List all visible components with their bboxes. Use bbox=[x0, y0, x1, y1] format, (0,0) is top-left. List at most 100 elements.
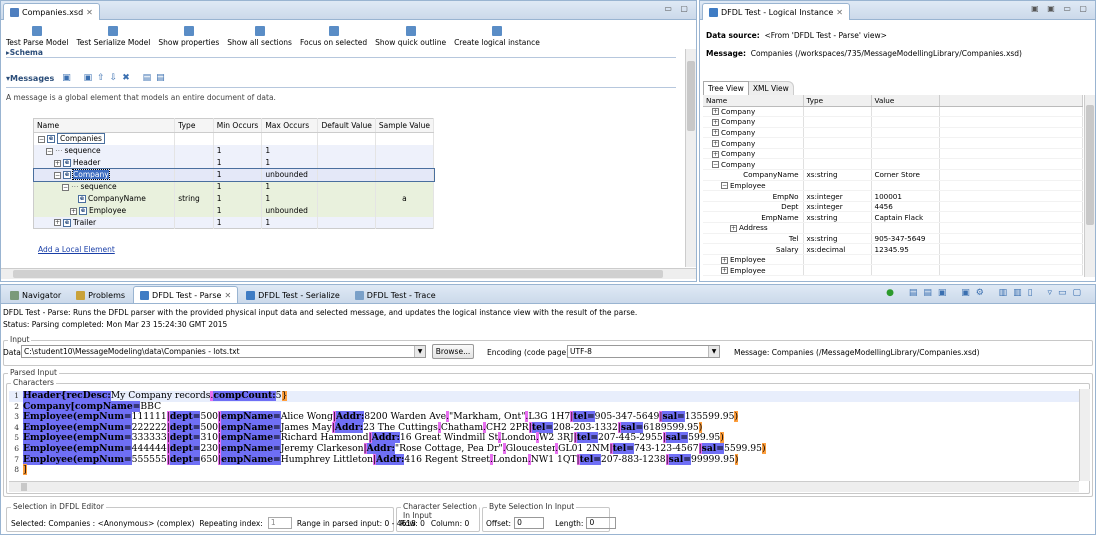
tree-row[interactable]: + Employee bbox=[703, 254, 1083, 266]
collapse-icon[interactable]: − bbox=[38, 135, 45, 143]
tree-row[interactable]: + Company bbox=[703, 127, 1083, 139]
toolbar-button-5[interactable]: Show quick outline bbox=[372, 20, 449, 47]
expand-icon[interactable]: + bbox=[712, 140, 719, 148]
tree-row[interactable]: EmpNo xs:integer 100001 bbox=[703, 190, 1083, 202]
minimize-maximize-icons[interactable]: ▭ ▢ bbox=[664, 4, 691, 13]
col-name[interactable]: Name bbox=[703, 95, 804, 107]
tree-node-name: Address bbox=[739, 223, 768, 233]
col-header[interactable]: Type bbox=[174, 118, 214, 133]
tree-row[interactable]: Salary xs:decimal 12345.95 bbox=[703, 243, 1083, 255]
tab-companies-xsd[interactable]: Companies.xsd ✕ bbox=[3, 3, 100, 20]
toolbar-button-4[interactable]: Focus on selected bbox=[297, 20, 370, 47]
tab-tree-view[interactable]: Tree View bbox=[703, 81, 749, 95]
message-table-row[interactable]: + e Trailer 1 1 bbox=[33, 216, 435, 229]
bottom-tab-3[interactable]: DFDL Test - Serialize bbox=[239, 286, 347, 303]
tree-row[interactable]: + Employee bbox=[703, 264, 1083, 276]
add-local-element-link[interactable]: Add a Local Element bbox=[38, 245, 115, 254]
offset-field[interactable]: 0 bbox=[514, 517, 545, 529]
collapse-icon[interactable]: − bbox=[721, 182, 728, 190]
toolbar-button-6[interactable]: Create logical instance bbox=[451, 20, 543, 47]
toolbar-button-1[interactable]: Test Serialize Model bbox=[73, 20, 153, 47]
col-header[interactable]: Max Occurs bbox=[261, 118, 319, 133]
encoding-select[interactable]: UTF-8 ▼ bbox=[567, 345, 720, 358]
tree-row[interactable]: + Company bbox=[703, 137, 1083, 149]
col-value[interactable]: Value bbox=[871, 95, 940, 107]
input-line: 7 Employee(empNum=555555|dept=650|empName… bbox=[9, 453, 1079, 466]
expand-icon[interactable]: + bbox=[712, 129, 719, 137]
markup-token: sal= bbox=[620, 421, 644, 433]
tree-row[interactable]: Dept xs:integer 4456 bbox=[703, 201, 1083, 213]
bottom-tab-1[interactable]: Problems bbox=[69, 286, 132, 303]
bottom-toolbar-icons[interactable]: ● ▤▤▣ ▣⚙ ▥▥▯ ▿▭▢ bbox=[886, 288, 1087, 298]
close-icon[interactable]: ✕ bbox=[836, 8, 843, 17]
characters-vscrollbar[interactable] bbox=[1079, 389, 1090, 481]
message-table-row[interactable]: − e Company 1 unbounded bbox=[32, 167, 435, 182]
toolbar-button-0[interactable]: Test Parse Model bbox=[3, 20, 71, 47]
col-header[interactable]: Default Value bbox=[317, 118, 376, 133]
data-path-select[interactable]: C:\student10\MessageModeling\data\Compan… bbox=[21, 345, 426, 358]
expand-icon[interactable]: + bbox=[54, 219, 61, 227]
tree-row[interactable]: + Company bbox=[703, 106, 1083, 118]
editor-hscrollbar[interactable] bbox=[1, 268, 696, 279]
tree-type-cell bbox=[803, 137, 872, 149]
logical-vscrollbar[interactable] bbox=[1084, 95, 1095, 277]
message-table-row[interactable]: − ⋯ sequence 1 1 bbox=[33, 180, 435, 193]
element-name: sequence bbox=[64, 146, 101, 155]
value-token: Richard Hammond bbox=[280, 432, 369, 444]
tree-row[interactable]: + Address bbox=[703, 222, 1083, 234]
collapse-icon[interactable]: − bbox=[62, 183, 69, 191]
messages-header[interactable]: ▾Messages bbox=[6, 74, 54, 83]
tab-xml-view[interactable]: XML View bbox=[748, 81, 794, 95]
col-header[interactable]: Name bbox=[33, 118, 176, 133]
message-table-row[interactable]: − ⋯ sequence 1 1 bbox=[33, 144, 435, 157]
close-icon[interactable]: ✕ bbox=[86, 8, 93, 17]
chevron-down-icon[interactable]: ▼ bbox=[414, 346, 425, 357]
bottom-tab-4[interactable]: DFDL Test - Trace bbox=[348, 286, 443, 303]
messages-toolbar-icons[interactable]: ▣ ▣⇧⇩✖ ▤▤ bbox=[62, 73, 169, 83]
expand-icon[interactable]: + bbox=[712, 118, 719, 126]
characters-hscrollbar[interactable] bbox=[9, 481, 1079, 492]
column-value: Column: 0 bbox=[430, 519, 470, 528]
expand-icon[interactable]: + bbox=[712, 150, 719, 158]
tree-row[interactable]: − Employee bbox=[703, 180, 1083, 192]
schema-header[interactable]: ▸Schema bbox=[6, 48, 43, 57]
toolbar-button-2[interactable]: Show properties bbox=[155, 20, 222, 47]
expand-icon[interactable]: + bbox=[730, 224, 737, 232]
logical-view-buttons[interactable]: ▣ ▣ ▭ ▢ bbox=[1031, 4, 1090, 13]
expand-icon[interactable]: + bbox=[721, 267, 728, 275]
col-header[interactable]: Sample Value bbox=[375, 118, 435, 133]
message-table-row[interactable]: + e Employee 1 unbounded bbox=[33, 204, 435, 217]
collapse-icon[interactable]: − bbox=[712, 161, 719, 169]
tree-row[interactable]: + Company bbox=[703, 148, 1083, 160]
expand-icon[interactable]: + bbox=[721, 256, 728, 264]
message-table-row[interactable]: − e Companies bbox=[33, 132, 435, 145]
browse-button[interactable]: Browse... bbox=[432, 344, 474, 359]
bottom-tab-0[interactable]: Navigator bbox=[3, 286, 68, 303]
repeating-index-field[interactable]: 1 bbox=[267, 517, 292, 529]
close-icon[interactable]: ✕ bbox=[224, 291, 231, 300]
expand-icon[interactable]: + bbox=[54, 159, 61, 167]
tree-row[interactable]: EmpName xs:string Captain Flack bbox=[703, 211, 1083, 224]
bottom-tab-2[interactable]: DFDL Test - Parse ✕ bbox=[133, 286, 239, 303]
name-cell: − e Company bbox=[33, 168, 176, 181]
tree-row[interactable]: CompanyName xs:string Corner Store bbox=[703, 169, 1083, 181]
characters-text-area[interactable]: 1 Header{recDesc:My Company records.compC… bbox=[9, 391, 1079, 480]
chevron-down-icon[interactable]: ▼ bbox=[708, 346, 719, 357]
col-type[interactable]: Type bbox=[803, 95, 872, 107]
message-table-row[interactable]: + e Header 1 1 bbox=[33, 156, 435, 169]
col-header[interactable]: Min Occurs bbox=[213, 118, 263, 133]
message-table-row[interactable]: e CompanyName string 1 1 a bbox=[33, 192, 435, 205]
offset-label: Offset: bbox=[486, 518, 512, 528]
expand-icon[interactable]: + bbox=[712, 108, 719, 116]
editor-vscrollbar[interactable] bbox=[685, 49, 696, 267]
expand-icon[interactable]: + bbox=[70, 207, 77, 215]
tree-row[interactable]: + Company bbox=[703, 116, 1083, 128]
collapse-icon[interactable]: − bbox=[54, 171, 61, 179]
tree-row[interactable]: Tel xs:string 905-347-5649 bbox=[703, 233, 1083, 245]
collapse-icon[interactable]: − bbox=[46, 147, 53, 155]
toolbar-button-3[interactable]: Show all sections bbox=[224, 20, 295, 47]
tree-row[interactable]: − Company bbox=[703, 158, 1083, 171]
length-field[interactable]: 0 bbox=[586, 517, 617, 529]
markup-token: dept= bbox=[169, 453, 201, 465]
tab-logical-instance[interactable]: DFDL Test - Logical Instance ✕ bbox=[702, 3, 850, 20]
